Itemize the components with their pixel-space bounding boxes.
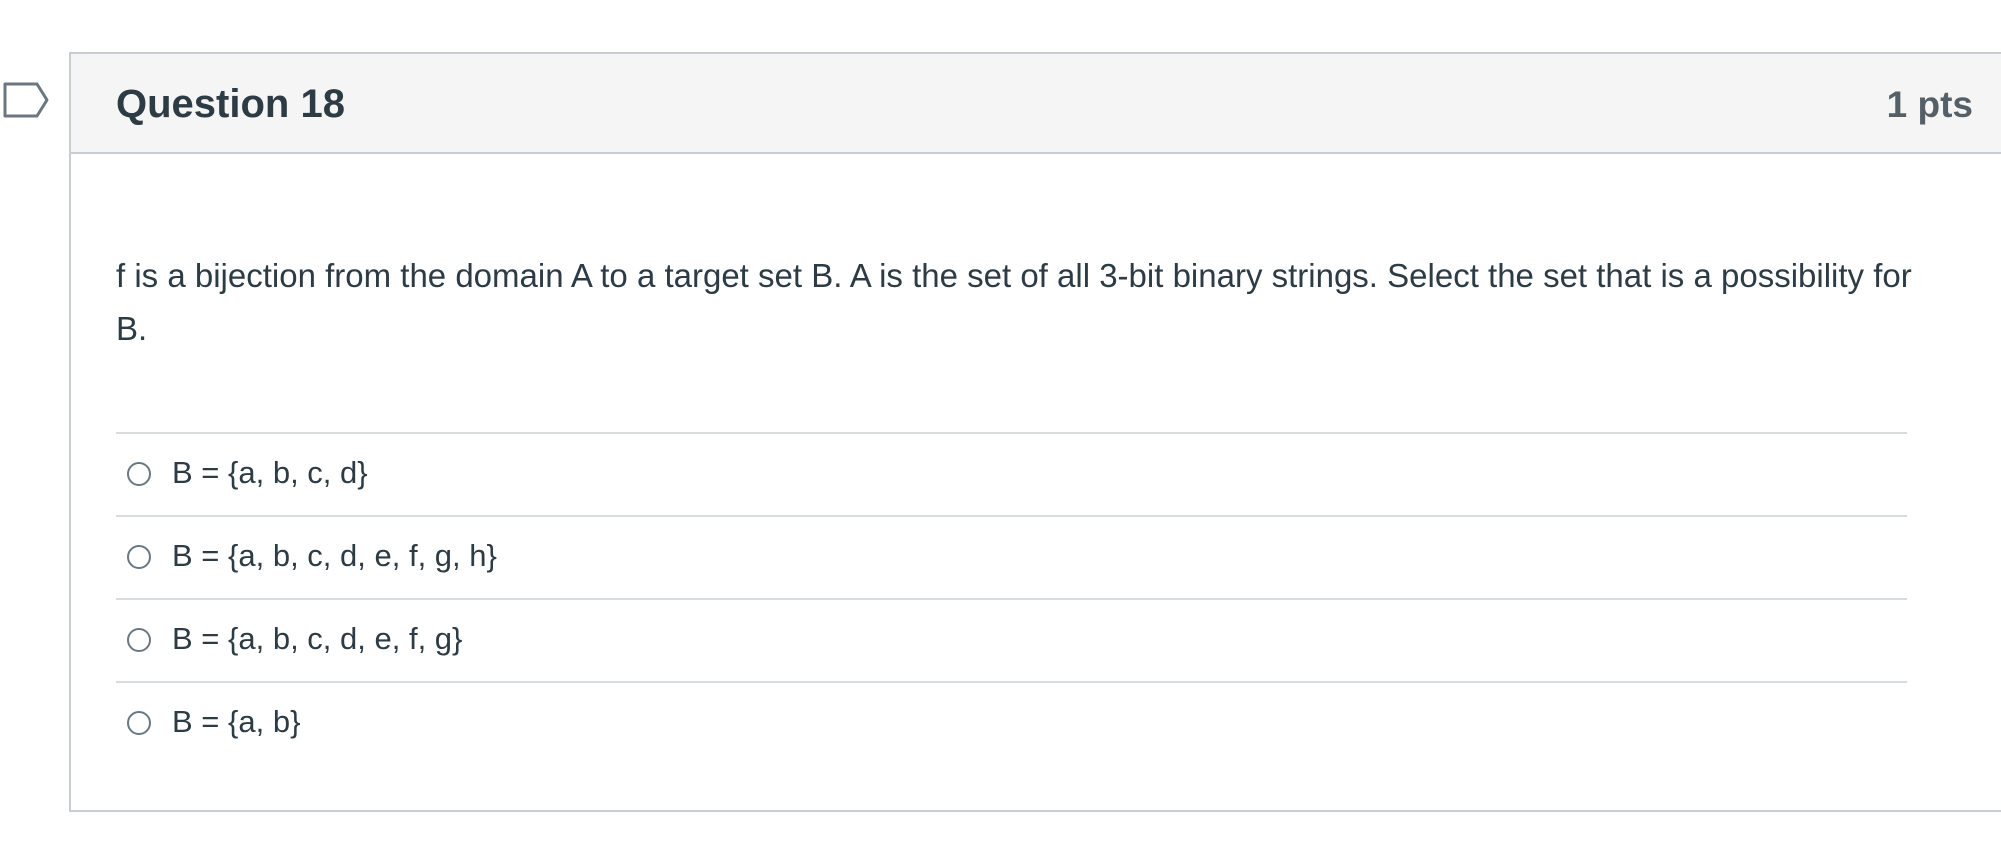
answer-option[interactable]: B = {a, b, c, d}	[116, 432, 1907, 515]
question-title: Question 18	[116, 82, 345, 126]
answer-list: B = {a, b, c, d} B = {a, b, c, d, e, f, …	[116, 432, 1907, 764]
answer-option[interactable]: B = {a, b, c, d, e, f, g, h}	[116, 515, 1907, 598]
question-card: Question 18 1 pts f is a bijection from …	[69, 52, 2001, 812]
radio-button[interactable]	[127, 711, 151, 735]
question-text: f is a bijection from the domain A to a …	[116, 257, 1912, 347]
radio-button[interactable]	[127, 628, 151, 652]
answer-label[interactable]: B = {a, b}	[172, 701, 300, 743]
question-points: 1 pts	[1886, 84, 1973, 125]
question-header: Question 18 1 pts	[71, 54, 2001, 154]
answer-label[interactable]: B = {a, b, c, d, e, f, g}	[172, 618, 462, 660]
radio-button[interactable]	[127, 462, 151, 486]
radio-button[interactable]	[127, 545, 151, 569]
answer-label[interactable]: B = {a, b, c, d, e, f, g, h}	[172, 535, 497, 577]
answer-label[interactable]: B = {a, b, c, d}	[172, 452, 368, 494]
flag-icon[interactable]	[3, 82, 51, 118]
answer-option[interactable]: B = {a, b, c, d, e, f, g}	[116, 598, 1907, 681]
answer-option[interactable]: B = {a, b}	[116, 681, 1907, 764]
